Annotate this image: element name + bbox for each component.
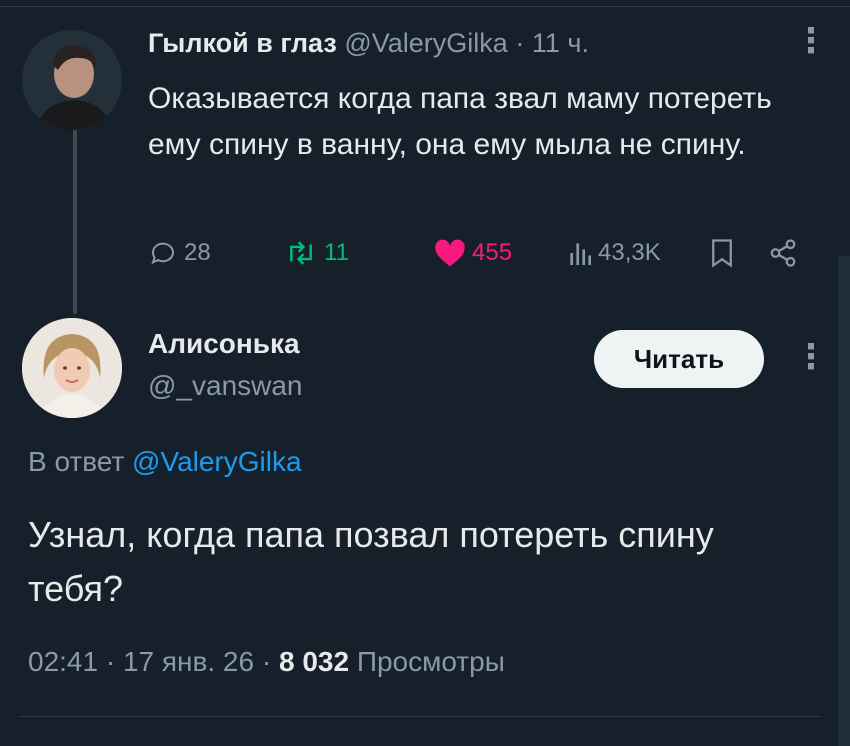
views-count: 8 032 [278,646,350,677]
reply-to-line: В ответ @ValeryGilka [28,446,302,478]
reply-meta: 02:41 · 17 янв. 26 · 8 032 Просмотры [28,646,505,678]
bookmark-button[interactable] [710,238,734,268]
top-divider [0,6,850,7]
more-options-icon[interactable]: ⋮ [794,340,828,374]
views-label: Просмотры [356,646,505,677]
heart-icon [435,239,465,267]
retweet-count: 11 [324,239,349,266]
views-icon [570,243,592,265]
reply-to-prefix: В ответ [28,446,125,477]
reply-to-handle[interactable]: @ValeryGilka [132,446,302,477]
more-options-icon[interactable]: ⋮ [794,24,828,58]
tweet-header: Гылкой в глаз @ValeryGilka · 11 ч. [148,28,589,59]
views-button[interactable]: 43,3K [568,238,661,268]
reply-author-name[interactable]: Алисонька [148,328,300,360]
tweet-time[interactable]: 11 ч. [532,28,589,58]
reply-button[interactable]: 28 [148,238,211,268]
reply-author-handle[interactable]: @_vanswan [148,370,303,402]
scrollbar[interactable] [838,256,850,746]
avatar-photo-icon [22,318,122,418]
avatar[interactable] [22,318,122,418]
separator-dot: · [515,28,525,58]
reply-text: Узнал, когда папа позвал потереть спину … [28,514,714,609]
tweet-text: Оказывается когда папа звал маму потерет… [148,82,772,161]
avatar[interactable] [22,30,122,130]
retweet-button[interactable]: 11 [284,238,349,268]
thread-connector-line [73,126,77,314]
reply-count: 28 [184,239,211,266]
avatar-photo-icon [22,30,122,130]
tweet-actions: 28 11 455 43,3K [148,238,818,278]
views-count: 43,3K [598,239,661,266]
retweet-icon [290,241,312,265]
follow-button[interactable]: Читать [594,330,764,388]
author-name[interactable]: Гылкой в глаз [148,28,337,58]
author-handle[interactable]: @ValeryGilka [344,28,507,58]
like-count: 455 [472,239,513,266]
bookmark-icon [712,239,732,268]
share-button[interactable] [768,238,798,268]
share-icon [770,239,796,267]
like-button[interactable]: 455 [434,238,512,268]
bottom-divider [20,716,820,717]
reply-icon [151,242,174,265]
reply-timestamp[interactable]: 02:41 · 17 янв. 26 · [28,646,271,677]
